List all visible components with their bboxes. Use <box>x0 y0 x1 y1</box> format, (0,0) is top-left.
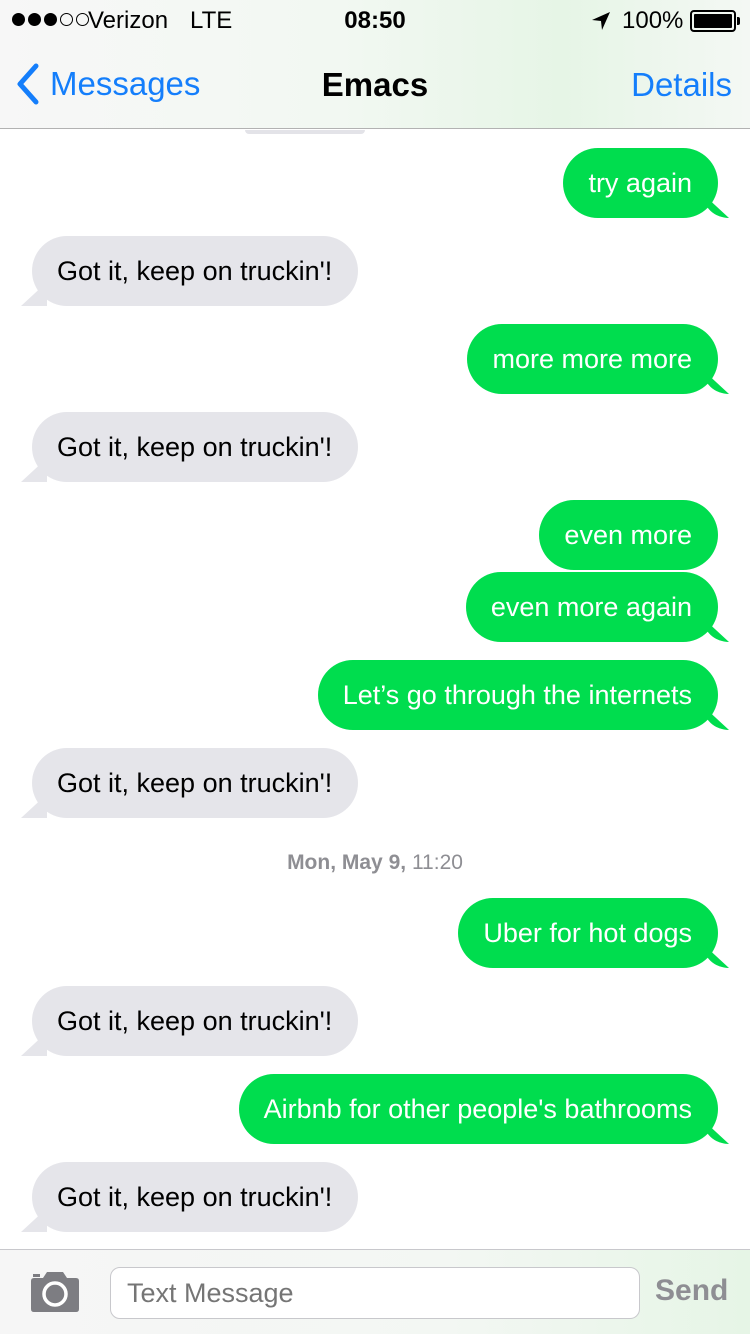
timestamp-day: Mon, May 9, <box>287 851 407 874</box>
message-bubble-incoming[interactable]: Got it, keep on truckin'! <box>32 986 359 1056</box>
compose-bar: Send <box>0 1249 750 1334</box>
status-bar: Verizon LTE 08:50 100% <box>0 0 750 40</box>
message-bubble-outgoing[interactable]: more more more <box>467 324 718 394</box>
message-input[interactable] <box>110 1267 640 1319</box>
message-bubble-incoming[interactable]: Got it, keep on truckin'! <box>32 1162 359 1232</box>
previous-bubble-edge <box>245 130 365 134</box>
battery-percent: 100% <box>622 7 684 34</box>
message-bubble-outgoing[interactable]: Let’s go through the internets <box>317 660 718 730</box>
message-bubble-incoming[interactable]: Got it, keep on truckin'! <box>32 236 359 306</box>
message-bubble-outgoing[interactable]: even more again <box>465 572 718 642</box>
battery-tip <box>737 17 740 25</box>
location-arrow-icon <box>592 12 610 30</box>
nav-bar: Messages Emacs Details <box>0 40 750 129</box>
details-button[interactable]: Details <box>631 66 732 104</box>
send-button[interactable]: Send <box>655 1274 728 1308</box>
message-bubble-outgoing[interactable]: even more <box>539 500 718 570</box>
message-thread[interactable]: try again Got it, keep on truckin'! more… <box>0 130 750 1249</box>
message-bubble-outgoing[interactable]: try again <box>563 148 718 218</box>
top-bar: Verizon LTE 08:50 100% Messages Emacs De… <box>0 0 750 129</box>
timestamp-time: 11:20 <box>411 851 463 874</box>
message-timestamp: Mon, May 9, 11:20 <box>0 851 750 875</box>
message-bubble-outgoing[interactable]: Airbnb for other people's bathrooms <box>238 1074 718 1144</box>
camera-icon[interactable] <box>28 1271 82 1313</box>
battery-icon <box>690 10 736 32</box>
message-bubble-outgoing[interactable]: Uber for hot dogs <box>458 898 718 968</box>
message-bubble-incoming[interactable]: Got it, keep on truckin'! <box>32 748 359 818</box>
message-bubble-incoming[interactable]: Got it, keep on truckin'! <box>32 412 359 482</box>
